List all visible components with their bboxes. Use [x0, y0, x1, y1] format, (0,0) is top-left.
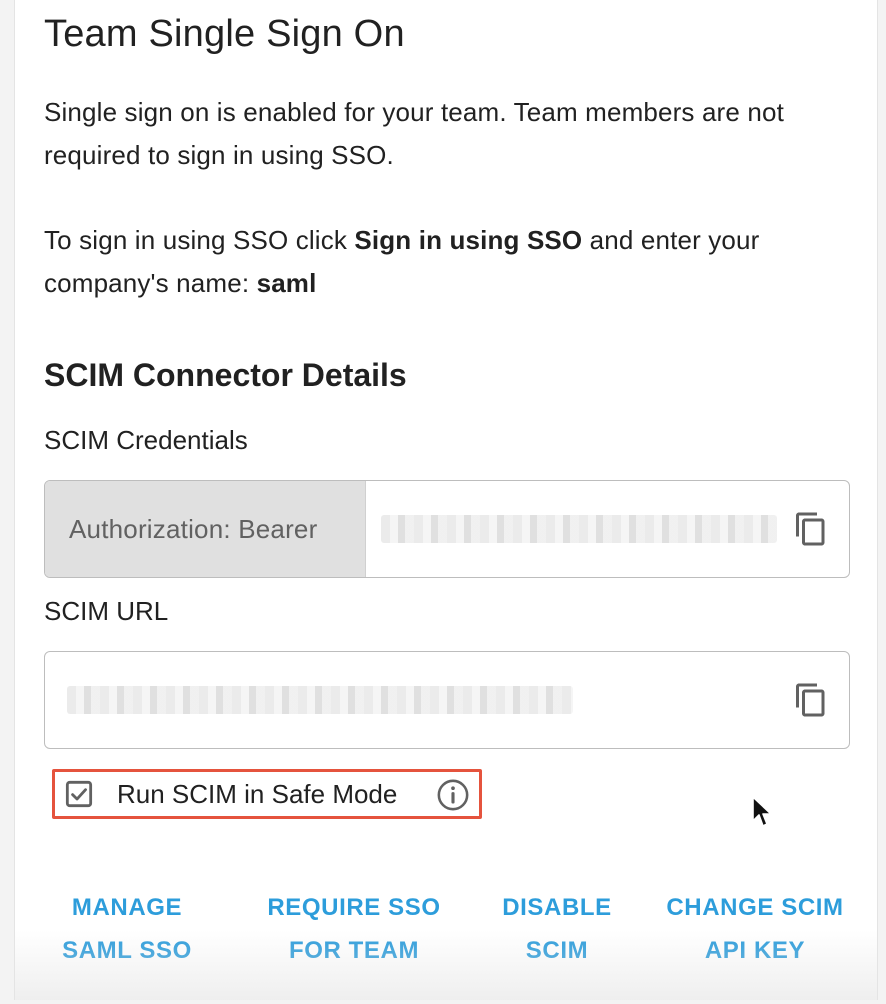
manage-label-line1: MANAGE — [71, 894, 183, 921]
sso-actions: MANAGE SAML SSO REQUIRE SSO FOR TEAM DIS… — [15, 886, 877, 976]
require-sso-button[interactable]: REQUIRE SSO FOR TEAM — [264, 886, 444, 972]
require-label-line1: REQUIRE SSO — [267, 894, 441, 921]
scim-section-title: SCIM Connector Details — [44, 357, 407, 393]
mouse-cursor-icon — [752, 796, 772, 827]
scim-url-label: SCIM URL — [44, 596, 169, 626]
scim-credentials-field[interactable]: Authorization: Bearer — [44, 480, 850, 578]
disable-scim-button[interactable]: DISABLE SCIM — [491, 886, 623, 972]
scim-credentials-label: SCIM Credentials — [44, 425, 248, 455]
sso-card: Team Single Sign On Single sign on is en… — [14, 0, 878, 1000]
auth-bearer-prefix: Authorization: Bearer — [45, 481, 366, 577]
manage-saml-sso-button[interactable]: MANAGE SAML SSO — [52, 886, 202, 972]
require-label-line2: FOR TEAM — [288, 937, 420, 964]
instructions-prefix: To sign in using SSO click — [44, 225, 355, 255]
manage-label-line2: SAML SSO — [62, 937, 192, 964]
redacted-url — [67, 686, 573, 714]
page-title: Team Single Sign On — [44, 13, 405, 55]
info-icon[interactable] — [436, 778, 470, 812]
disable-label-line1: DISABLE — [502, 894, 612, 921]
copy-icon[interactable] — [793, 682, 829, 718]
disable-label-line2: SCIM — [525, 937, 589, 964]
change-label-line1: CHANGE SCIM — [666, 894, 844, 921]
scim-url-field[interactable] — [44, 651, 850, 749]
safe-mode-option: Run SCIM in Safe Mode — [52, 769, 482, 819]
redacted-token — [381, 515, 777, 543]
safe-mode-label[interactable]: Run SCIM in Safe Mode — [117, 777, 397, 811]
change-scim-api-key-button[interactable]: CHANGE SCIM API KEY — [663, 886, 847, 972]
company-name: saml — [256, 268, 317, 298]
sso-instructions-text: To sign in using SSO click Sign in using… — [44, 219, 844, 305]
sso-status-text: Single sign on is enabled for your team.… — [44, 97, 784, 170]
change-label-line2: API KEY — [704, 937, 806, 964]
checkbox-checked-icon[interactable] — [65, 780, 93, 808]
sign-in-sso-emphasis: Sign in using SSO — [354, 225, 583, 255]
copy-icon[interactable] — [793, 511, 829, 547]
